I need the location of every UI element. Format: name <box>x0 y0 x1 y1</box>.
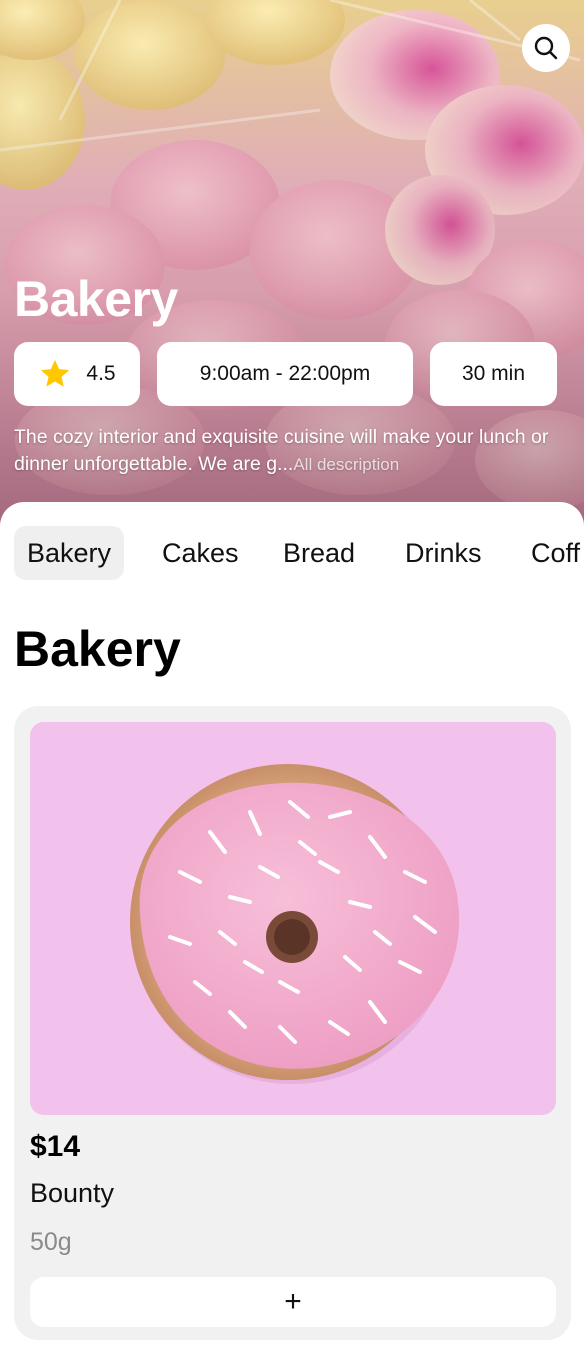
hero-title: Bakery <box>14 271 178 327</box>
description-text: The cozy interior and exquisite cuisine … <box>14 426 549 475</box>
rating-value: 4.5 <box>86 362 116 385</box>
product-name: Bounty <box>30 1178 115 1208</box>
product-weight: 50g <box>30 1228 72 1256</box>
tab-drinks[interactable]: Drinks <box>392 526 495 580</box>
section-title: Bakery <box>14 621 181 677</box>
delivery-time-chip: 30 min <box>430 342 557 406</box>
restaurant-description: The cozy interior and exquisite cuisine … <box>14 424 574 478</box>
product-price: $14 <box>30 1130 81 1163</box>
rating-chip: 4.5 <box>14 342 140 406</box>
add-to-cart-button[interactable]: + <box>30 1277 556 1327</box>
menu-sheet: Bakery Cakes Bread Drinks Coff Bakery $1… <box>0 502 584 1362</box>
search-button[interactable] <box>522 24 570 72</box>
all-description-link[interactable]: All description <box>293 455 399 474</box>
donut-image <box>30 722 556 1115</box>
tab-cakes[interactable]: Cakes <box>149 526 252 580</box>
category-tabs: Bakery Cakes Bread Drinks Coff <box>0 526 584 580</box>
star-icon <box>41 359 70 387</box>
hero-banner: Bakery 4.5 9:00am - 22:00pm 30 min The c… <box>0 0 584 530</box>
tab-bread[interactable]: Bread <box>270 526 368 580</box>
opening-hours: 9:00am - 22:00pm <box>199 362 371 385</box>
hours-chip: 9:00am - 22:00pm <box>157 342 413 406</box>
tab-bakery[interactable]: Bakery <box>14 526 125 580</box>
plus-icon: + <box>284 1285 302 1318</box>
product-image <box>30 722 556 1115</box>
product-card[interactable]: $14 Bounty 50g + <box>14 706 571 1340</box>
delivery-time: 30 min <box>461 362 526 385</box>
search-icon <box>534 36 558 60</box>
tab-coffee[interactable]: Coff <box>518 526 584 580</box>
